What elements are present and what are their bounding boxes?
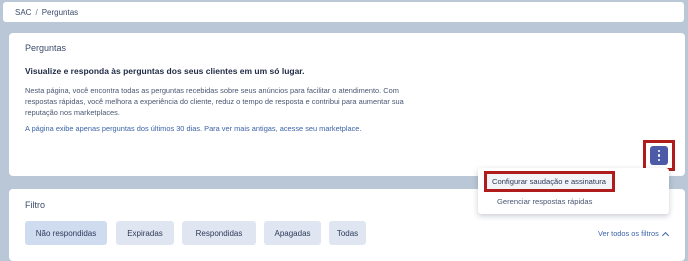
breadcrumb-root[interactable]: SAC bbox=[15, 8, 31, 17]
headline: Visualize e responda às perguntas dos se… bbox=[25, 66, 305, 76]
menu-item-gerenciar-respostas[interactable]: Gerenciar respostas rápidas bbox=[497, 197, 592, 206]
filter-title: Filtro bbox=[25, 200, 45, 210]
info-note: A página exibe apenas perguntas dos últi… bbox=[25, 124, 362, 133]
see-all-label: Ver todos os filtros bbox=[598, 229, 659, 238]
chip-apagadas[interactable]: Apagadas bbox=[264, 221, 321, 245]
options-button[interactable] bbox=[650, 146, 668, 165]
description-text: Nesta página, você encontra todas as per… bbox=[25, 86, 404, 117]
breadcrumb-current: Perguntas bbox=[41, 7, 79, 17]
perguntas-card: Perguntas Visualize e responda às pergun… bbox=[9, 33, 685, 176]
chip-respondidas[interactable]: Respondidas bbox=[182, 221, 256, 245]
kebab-icon bbox=[657, 149, 661, 153]
breadcrumb: SAC / Perguntas bbox=[3, 2, 684, 22]
options-highlight bbox=[643, 140, 675, 171]
chip-expiradas[interactable]: Expiradas bbox=[116, 221, 174, 245]
page-title: Perguntas bbox=[25, 43, 67, 53]
see-all-filters-link[interactable]: Ver todos os filtros bbox=[598, 229, 669, 239]
menu-item-configurar-saudacao[interactable]: Configurar saudação e assinatura bbox=[484, 171, 615, 192]
chevron-up-icon bbox=[661, 231, 669, 239]
chip-todas[interactable]: Todas bbox=[329, 221, 366, 245]
chip-nao-respondidas[interactable]: Não respondidas bbox=[25, 221, 107, 245]
breadcrumb-separator: / bbox=[35, 7, 38, 17]
options-menu: Configurar saudação e assinatura Gerenci… bbox=[478, 168, 669, 214]
